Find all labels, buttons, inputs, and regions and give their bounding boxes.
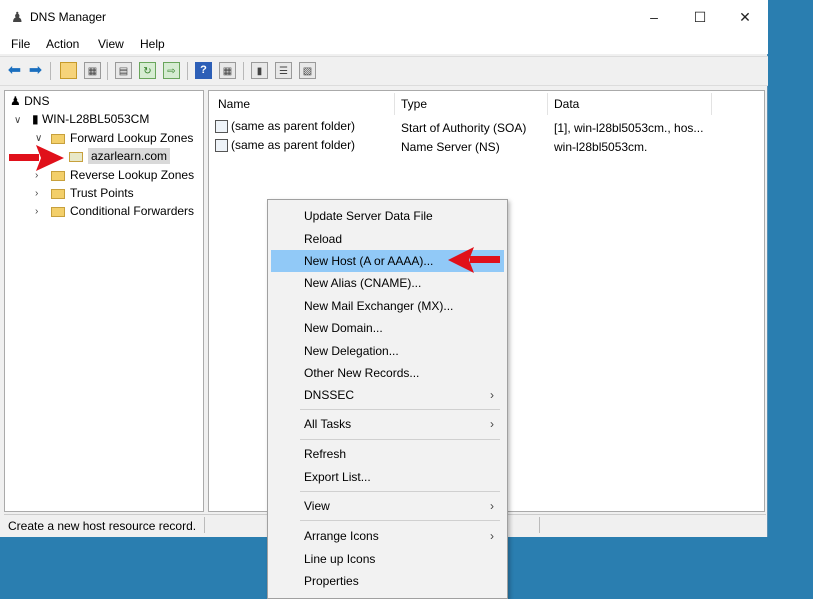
status-divider — [539, 517, 540, 533]
forward-arrow-icon[interactable]: ➡ — [27, 62, 44, 79]
tree-node-zone[interactable]: azarlearn.com — [69, 148, 171, 164]
menu-help[interactable]: Help — [140, 37, 165, 51]
menu-item-view-wrap[interactable]: View › — [271, 495, 504, 517]
maximize-icon[interactable]: ☐ — [677, 4, 723, 30]
folder-icon — [51, 188, 65, 199]
record-data: [1], win-l28bl5053cm., hos... — [554, 121, 704, 135]
title-bar[interactable]: ♟ DNS Manager – ☐ ✕ — [0, 0, 768, 32]
server-icon: ▮ — [32, 112, 39, 126]
action-pane-icon[interactable]: ▦ — [219, 62, 236, 79]
minimize-icon[interactable]: – — [631, 4, 677, 30]
menu-item-dnssec[interactable]: DNSSEC — [271, 384, 504, 406]
submenu-arrow-icon: › — [490, 388, 494, 402]
toolbar-separator — [50, 62, 51, 80]
menu-item-arrange-icons[interactable]: Arrange Icons — [271, 525, 504, 547]
back-arrow-icon[interactable]: ⬅ — [6, 62, 23, 79]
menu-item-refresh[interactable]: Refresh — [271, 443, 504, 465]
folder-icon — [51, 206, 65, 217]
menu-item-new-mail-exchanger[interactable]: New Mail Exchanger (MX)... — [271, 295, 504, 317]
tree-node-forward-lookup-zones[interactable]: Forward Lookup Zones — [51, 131, 193, 145]
menu-separator — [300, 491, 500, 492]
chevron-down-icon[interactable]: ∨ — [14, 115, 21, 126]
record-type: Start of Authority (SOA) — [401, 121, 527, 135]
menu-item-all-tasks[interactable]: All Tasks — [271, 413, 504, 435]
tree-node-reverse-lookup-zones[interactable]: Reverse Lookup Zones — [51, 168, 194, 182]
zone-icon — [69, 151, 83, 162]
chevron-right-icon[interactable]: › — [35, 188, 38, 199]
dns-root-icon: ♟ — [10, 94, 21, 108]
menu-item-dnssec-wrap[interactable]: DNSSEC › — [271, 384, 504, 406]
properties-icon[interactable]: ▤ — [115, 62, 132, 79]
show-hide-console-tree-icon[interactable]: ▦ — [84, 62, 101, 79]
toolbar-separator — [243, 62, 244, 80]
server-icon[interactable]: ▮ — [251, 62, 268, 79]
record-type: Name Server (NS) — [401, 140, 500, 154]
menu-file[interactable]: File — [11, 37, 30, 51]
record-icon — [215, 139, 228, 153]
close-icon[interactable]: ✕ — [722, 4, 768, 30]
column-divider[interactable] — [547, 93, 548, 115]
column-header-data[interactable]: Data — [554, 97, 579, 111]
records-list-icon[interactable]: ☰ — [275, 62, 292, 79]
help-icon[interactable]: ? — [195, 62, 212, 79]
red-annotation-arrow-left — [448, 247, 500, 273]
export-list-icon[interactable]: ⇨ — [163, 62, 180, 79]
zone-icon[interactable]: ▧ — [299, 62, 316, 79]
chevron-right-icon[interactable]: › — [35, 206, 38, 217]
column-divider[interactable] — [711, 93, 712, 115]
red-annotation-arrow-right — [9, 145, 64, 171]
menu-item-all-tasks-wrap[interactable]: All Tasks › — [271, 413, 504, 435]
menu-item-new-domain[interactable]: New Domain... — [271, 317, 504, 339]
menu-separator — [300, 520, 500, 521]
menu-separator — [300, 409, 500, 410]
toolbar-separator — [107, 62, 108, 80]
tree-node-trust-points[interactable]: Trust Points — [51, 186, 134, 200]
menu-item-arrange-icons-wrap[interactable]: Arrange Icons › — [271, 525, 504, 547]
status-text: Create a new host resource record. — [8, 519, 197, 533]
menu-item-line-up-icons[interactable]: Line up Icons — [271, 548, 504, 570]
column-header-name[interactable]: Name — [218, 97, 250, 111]
table-row[interactable]: (same as parent folder) — [215, 138, 355, 153]
toolbar-separator — [187, 62, 188, 80]
submenu-arrow-icon: › — [490, 529, 494, 543]
menu-item-export-list[interactable]: Export List... — [271, 466, 504, 488]
column-header-type[interactable]: Type — [401, 97, 427, 111]
refresh-icon[interactable]: ↻ — [139, 62, 156, 79]
dns-manager-app-icon: ♟ — [11, 9, 24, 25]
tree-node-dns[interactable]: ♟ DNS — [10, 94, 49, 108]
up-folder-icon[interactable] — [60, 62, 77, 79]
menu-bar: File Action View Help — [0, 32, 768, 54]
menu-item-new-delegation[interactable]: New Delegation... — [271, 340, 504, 362]
record-icon — [215, 120, 228, 134]
window-title: DNS Manager — [30, 10, 107, 24]
menu-item-new-alias[interactable]: New Alias (CNAME)... — [271, 272, 504, 294]
menu-separator — [300, 439, 500, 440]
status-divider — [204, 517, 205, 533]
menu-item-other-new-records[interactable]: Other New Records... — [271, 362, 504, 384]
column-divider[interactable] — [394, 93, 395, 115]
menu-item-view[interactable]: View — [271, 495, 504, 517]
toolbar: ⬅ ➡ ▦ ▤ ↻ ⇨ ? ▦ ▮ ☰ ▧ — [0, 56, 768, 86]
submenu-arrow-icon: › — [490, 417, 494, 431]
tree-node-server[interactable]: ▮ WIN-L28BL5053CM — [32, 112, 149, 126]
record-data: win-l28bl5053cm. — [554, 140, 648, 154]
menu-action[interactable]: Action — [46, 37, 79, 51]
tree-node-conditional-forwarders[interactable]: Conditional Forwarders — [51, 204, 194, 218]
menu-item-properties[interactable]: Properties — [271, 570, 504, 592]
table-row[interactable]: (same as parent folder) — [215, 119, 355, 134]
menu-view[interactable]: View — [98, 37, 124, 51]
menu-item-update-server-data-file[interactable]: Update Server Data File — [271, 205, 504, 227]
submenu-arrow-icon: › — [490, 499, 494, 513]
